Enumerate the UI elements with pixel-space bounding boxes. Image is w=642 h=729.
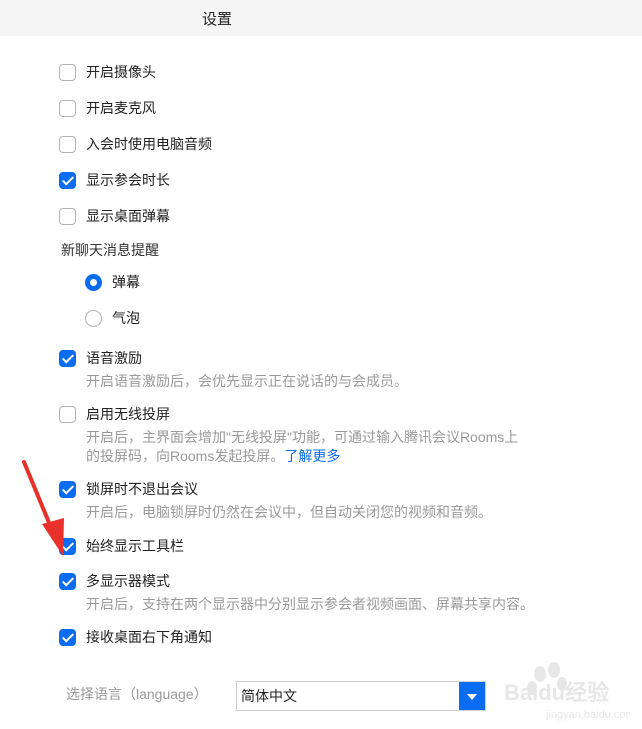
show-duration-checkbox[interactable] bbox=[59, 171, 76, 189]
title-bar: 设置 bbox=[0, 0, 642, 37]
multi-display-checkbox[interactable] bbox=[59, 572, 76, 590]
watermark-url: jingyan.baidu.com bbox=[545, 709, 630, 721]
wireless-cast-label: 启用无线投屏 bbox=[86, 406, 170, 422]
mic-label: 开启麦克风 bbox=[86, 100, 156, 116]
multi-display-desc: 开启后，支持在两个显示器中分别显示参会者视频画面、屏幕共享内容。 bbox=[86, 596, 534, 612]
window-title: 设置 bbox=[202, 11, 233, 28]
mic-setting[interactable]: 开启麦克风 bbox=[59, 97, 156, 119]
show-barrage-label: 显示桌面弹幕 bbox=[86, 208, 170, 224]
lock-screen-desc: 开启后，电脑锁屏时仍然在会议中，但自动关闭您的视频和音频。 bbox=[86, 504, 492, 520]
computer-audio-checkbox[interactable] bbox=[59, 135, 76, 153]
wireless-cast-setting[interactable]: 启用无线投屏 bbox=[59, 403, 170, 425]
lock-screen-label: 锁屏时不退出会议 bbox=[86, 481, 198, 497]
show-barrage-checkbox[interactable] bbox=[59, 207, 76, 225]
voice-incentive-desc: 开启语音激励后，会优先显示正在说话的与会成员。 bbox=[86, 373, 408, 389]
camera-label: 开启摄像头 bbox=[86, 64, 156, 80]
always-toolbar-label: 始终显示工具栏 bbox=[86, 538, 184, 554]
voice-incentive-checkbox[interactable] bbox=[59, 349, 76, 367]
bubble-radio-label: 气泡 bbox=[112, 310, 140, 326]
chevron-down-icon[interactable] bbox=[459, 682, 485, 710]
voice-incentive-label: 语音激励 bbox=[86, 350, 142, 366]
reminder-option-barrage[interactable]: 弹幕 bbox=[85, 271, 140, 293]
camera-setting[interactable]: 开启摄像头 bbox=[59, 61, 156, 83]
barrage-radio-label: 弹幕 bbox=[112, 274, 140, 290]
wireless-cast-checkbox[interactable] bbox=[59, 405, 76, 423]
voice-incentive-setting[interactable]: 语音激励 bbox=[59, 347, 142, 369]
wireless-cast-desc-text: 的投屏码，向Rooms发起投屏。 bbox=[86, 448, 285, 464]
language-label: 选择语言（language） bbox=[66, 686, 208, 702]
camera-checkbox[interactable] bbox=[59, 63, 76, 81]
multi-display-label: 多显示器模式 bbox=[86, 573, 170, 589]
lock-screen-setting[interactable]: 锁屏时不退出会议 bbox=[59, 478, 198, 500]
show-barrage-setting[interactable]: 显示桌面弹幕 bbox=[59, 205, 170, 227]
lock-screen-checkbox[interactable] bbox=[59, 480, 76, 498]
chat-reminder-title: 新聊天消息提醒 bbox=[61, 242, 159, 258]
reminder-option-bubble[interactable]: 气泡 bbox=[85, 307, 140, 329]
bubble-radio[interactable] bbox=[85, 309, 102, 327]
computer-audio-label: 入会时使用电脑音频 bbox=[86, 136, 212, 152]
always-toolbar-checkbox[interactable] bbox=[59, 537, 76, 555]
always-toolbar-setting[interactable]: 始终显示工具栏 bbox=[59, 535, 184, 557]
wireless-cast-desc-line2: 的投屏码，向Rooms发起投屏。了解更多 bbox=[86, 446, 340, 467]
desktop-notify-setting[interactable]: 接收桌面右下角通知 bbox=[59, 626, 212, 648]
learn-more-link[interactable]: 了解更多 bbox=[284, 448, 340, 464]
watermark-brand: Baidu经验 bbox=[504, 680, 609, 705]
barrage-radio[interactable] bbox=[85, 273, 102, 291]
desktop-notify-checkbox[interactable] bbox=[59, 628, 76, 646]
language-value: 简体中文 bbox=[241, 688, 297, 704]
show-duration-label: 显示参会时长 bbox=[86, 172, 170, 188]
wireless-cast-desc-line1: 开启后，主界面会增加"无线投屏"功能，可通过输入腾讯会议Rooms上 bbox=[86, 429, 519, 445]
multi-display-setting[interactable]: 多显示器模式 bbox=[59, 570, 170, 592]
show-duration-setting[interactable]: 显示参会时长 bbox=[59, 169, 170, 191]
computer-audio-setting[interactable]: 入会时使用电脑音频 bbox=[59, 133, 212, 155]
baidu-watermark-icon: Baidu经验 jingyan.baidu.com bbox=[504, 662, 630, 721]
language-select[interactable]: 简体中文 bbox=[236, 681, 486, 711]
mic-checkbox[interactable] bbox=[59, 99, 76, 117]
desktop-notify-label: 接收桌面右下角通知 bbox=[86, 629, 212, 645]
